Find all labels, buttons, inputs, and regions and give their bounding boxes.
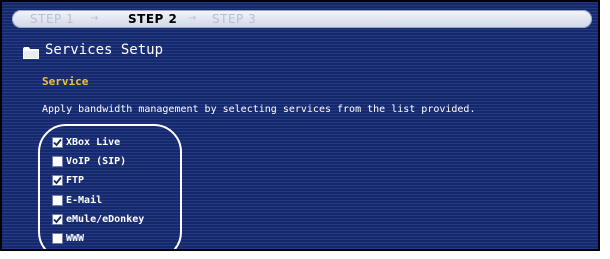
service-label: VoIP (SIP) xyxy=(66,156,127,167)
step-2-label: STEP 2 xyxy=(128,12,178,26)
service-item-www[interactable]: WWW xyxy=(52,232,84,245)
checkmark-icon xyxy=(53,138,62,147)
service-item-ftp[interactable]: FTP xyxy=(52,174,84,187)
step-arrow-icon: → xyxy=(188,13,197,24)
step-3-label: STEP 3 xyxy=(212,12,257,26)
service-item-voip[interactable]: VoIP (SIP) xyxy=(52,155,126,168)
service-checkbox[interactable] xyxy=(52,214,63,225)
service-label: FTP xyxy=(66,175,85,186)
folder-icon xyxy=(23,44,39,59)
wizard-panel: STEP 1 → STEP 2 → STEP 3 Services Setup … xyxy=(0,0,600,251)
section-heading: Service xyxy=(42,75,89,88)
checkmark-icon xyxy=(53,215,62,224)
step-1-label: STEP 1 xyxy=(30,12,75,26)
service-label: E-Mail xyxy=(66,195,103,206)
step-progress-bar: STEP 1 → STEP 2 → STEP 3 xyxy=(12,10,592,28)
service-item-emule-edonkey[interactable]: eMule/eDonkey xyxy=(52,213,144,226)
service-label: WWW xyxy=(66,233,85,244)
page-title: Services Setup xyxy=(45,42,164,58)
service-item-email[interactable]: E-Mail xyxy=(52,194,102,207)
step-arrow-icon: → xyxy=(90,13,99,24)
service-label: eMule/eDonkey xyxy=(66,214,145,225)
section-description: Apply bandwidth management by selecting … xyxy=(42,104,476,115)
service-checkbox[interactable] xyxy=(52,156,63,167)
service-checkbox[interactable] xyxy=(52,233,63,244)
service-label: XBox Live xyxy=(66,137,121,148)
service-checkbox[interactable] xyxy=(52,175,63,186)
service-item-xbox-live[interactable]: XBox Live xyxy=(52,136,120,149)
checkmark-icon xyxy=(53,176,62,185)
service-checkbox[interactable] xyxy=(52,137,63,148)
service-checkbox[interactable] xyxy=(52,195,63,206)
